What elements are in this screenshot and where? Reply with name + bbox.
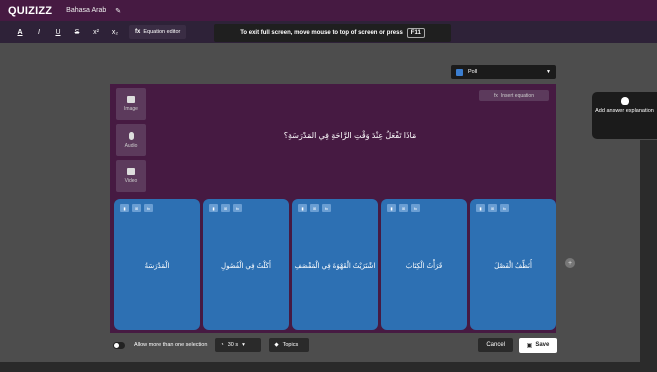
strikethrough-button[interactable]: S bbox=[73, 29, 81, 36]
function-icon[interactable]: fx bbox=[322, 204, 331, 212]
option-text[interactable]: اشْتَرَيْتُ الْقَهْوَةَ فِي الْمَقْصَفِ bbox=[292, 262, 378, 270]
cancel-button[interactable]: Cancel bbox=[478, 338, 513, 352]
option-text[interactable]: أُنَظِّفُ الْفَصْلَ bbox=[470, 262, 556, 270]
image-icon[interactable]: ▮ bbox=[209, 204, 218, 212]
option-text[interactable]: قَرَأْتُ الْكِتَابَ bbox=[381, 262, 467, 270]
save-button[interactable]: ▣ Save bbox=[519, 337, 557, 353]
table-icon[interactable]: ⊞ bbox=[310, 204, 319, 212]
insert-equation-label: Insert equation bbox=[500, 92, 534, 99]
bottom-strip bbox=[0, 362, 640, 372]
save-icon: ▣ bbox=[526, 342, 533, 349]
right-sidebar bbox=[640, 140, 657, 372]
option-text[interactable]: الْمَدْرَسَةُ bbox=[114, 262, 200, 270]
equation-editor-button[interactable]: fx Equation editor bbox=[129, 25, 187, 39]
time-limit-value: 30 s bbox=[227, 342, 239, 348]
fullscreen-message: To exit full screen, move mouse to top o… bbox=[240, 30, 403, 36]
quizizz-logo: QUIZIZZ bbox=[8, 4, 53, 17]
topics-label: Topics bbox=[282, 342, 299, 348]
answer-option[interactable]: ▮ ⊞ fx اشْتَرَيْتُ الْقَهْوَةَ فِي الْمَقْ… bbox=[292, 199, 378, 330]
underline-button[interactable]: U bbox=[54, 29, 62, 36]
superscript-button[interactable]: x² bbox=[92, 29, 100, 36]
pencil-icon[interactable]: ✎ bbox=[115, 7, 121, 15]
function-icon[interactable]: fx bbox=[500, 204, 509, 212]
timer-icon: ◔ bbox=[220, 342, 224, 348]
multiple-selection-toggle[interactable] bbox=[113, 341, 125, 349]
top-bar: QUIZIZZ Bahasa Arab ✎ bbox=[0, 0, 657, 21]
tag-icon: ◆ bbox=[274, 342, 279, 348]
function-icon[interactable]: fx bbox=[144, 204, 153, 212]
f11-key: F11 bbox=[406, 28, 425, 38]
poll-icon bbox=[456, 68, 463, 76]
answer-option[interactable]: ▮ ⊞ fx أُنَظِّفُ الْفَصْلَ bbox=[470, 199, 556, 330]
media-label: Video bbox=[124, 178, 138, 184]
option-text[interactable]: أَكَلْتُ فِي الْفُصُولِ bbox=[203, 262, 289, 270]
chevron-down-icon: ▼ bbox=[546, 69, 551, 75]
media-toolbar: Image Audio Video bbox=[116, 88, 146, 196]
function-icon: fx bbox=[135, 29, 141, 35]
plus-icon: + bbox=[567, 259, 573, 267]
multiple-selection-label: Allow more than one selection bbox=[134, 342, 208, 348]
video-icon bbox=[127, 168, 135, 175]
question-type-select[interactable]: Poll ▼ bbox=[451, 65, 556, 79]
text-color-button[interactable]: A bbox=[16, 29, 24, 36]
answer-options: ▮ ⊞ fx الْمَدْرَسَةُ ▮ ⊞ fx أَكَلْتُ فِي الْ… bbox=[114, 199, 556, 330]
question-type-label: Poll bbox=[468, 69, 478, 75]
add-video-button[interactable]: Video bbox=[116, 160, 146, 192]
answer-option[interactable]: ▮ ⊞ fx الْمَدْرَسَةُ bbox=[114, 199, 200, 330]
topics-button[interactable]: ◆ Topics bbox=[269, 338, 310, 352]
lightbulb-icon bbox=[620, 97, 629, 105]
microphone-icon bbox=[128, 131, 134, 140]
table-icon[interactable]: ⊞ bbox=[399, 204, 408, 212]
table-icon[interactable]: ⊞ bbox=[488, 204, 497, 212]
insert-equation-button[interactable]: fx Insert equation bbox=[479, 90, 549, 101]
question-text[interactable]: مَاذَا تَفْعَلُ عِنْدَ وَقْتِ الرَّاحَةِ… bbox=[160, 131, 540, 140]
add-audio-button[interactable]: Audio bbox=[116, 124, 146, 156]
time-limit-select[interactable]: ◔ 30 s ▾ bbox=[215, 338, 262, 352]
answer-option[interactable]: ▮ ⊞ fx قَرَأْتُ الْكِتَابَ bbox=[381, 199, 467, 330]
function-icon: fx bbox=[494, 92, 498, 99]
answer-explanation-label: Add answer explanation bbox=[595, 108, 654, 114]
image-icon[interactable]: ▮ bbox=[298, 204, 307, 212]
subscript-button[interactable]: x₂ bbox=[111, 29, 119, 36]
media-label: Image bbox=[124, 106, 138, 112]
image-icon bbox=[127, 96, 135, 103]
image-icon[interactable]: ▮ bbox=[120, 204, 129, 212]
image-icon[interactable]: ▮ bbox=[387, 204, 396, 212]
add-option-button[interactable]: + bbox=[565, 258, 575, 268]
image-icon[interactable]: ▮ bbox=[476, 204, 485, 212]
media-label: Audio bbox=[124, 142, 138, 149]
italic-button[interactable]: I bbox=[35, 29, 43, 36]
fullscreen-banner: To exit full screen, move mouse to top o… bbox=[214, 24, 451, 42]
table-icon[interactable]: ⊞ bbox=[221, 204, 230, 212]
chevron-down-icon: ▾ bbox=[242, 342, 245, 348]
add-image-button[interactable]: Image bbox=[116, 88, 146, 120]
quiz-title[interactable]: Bahasa Arab bbox=[66, 7, 106, 14]
answer-option[interactable]: ▮ ⊞ fx أَكَلْتُ فِي الْفُصُولِ bbox=[203, 199, 289, 330]
bottom-toolbar: Allow more than one selection ◔ 30 s ▾ ◆… bbox=[110, 335, 557, 355]
question-editor: Image Audio Video fx Insert equation مَا… bbox=[110, 84, 556, 333]
function-icon[interactable]: fx bbox=[411, 204, 420, 212]
function-icon[interactable]: fx bbox=[233, 204, 242, 212]
equation-editor-label: Equation editor bbox=[143, 29, 181, 35]
table-icon[interactable]: ⊞ bbox=[132, 204, 141, 212]
save-label: Save bbox=[535, 342, 550, 348]
add-answer-explanation-button[interactable]: Add answer explanation bbox=[592, 92, 657, 139]
